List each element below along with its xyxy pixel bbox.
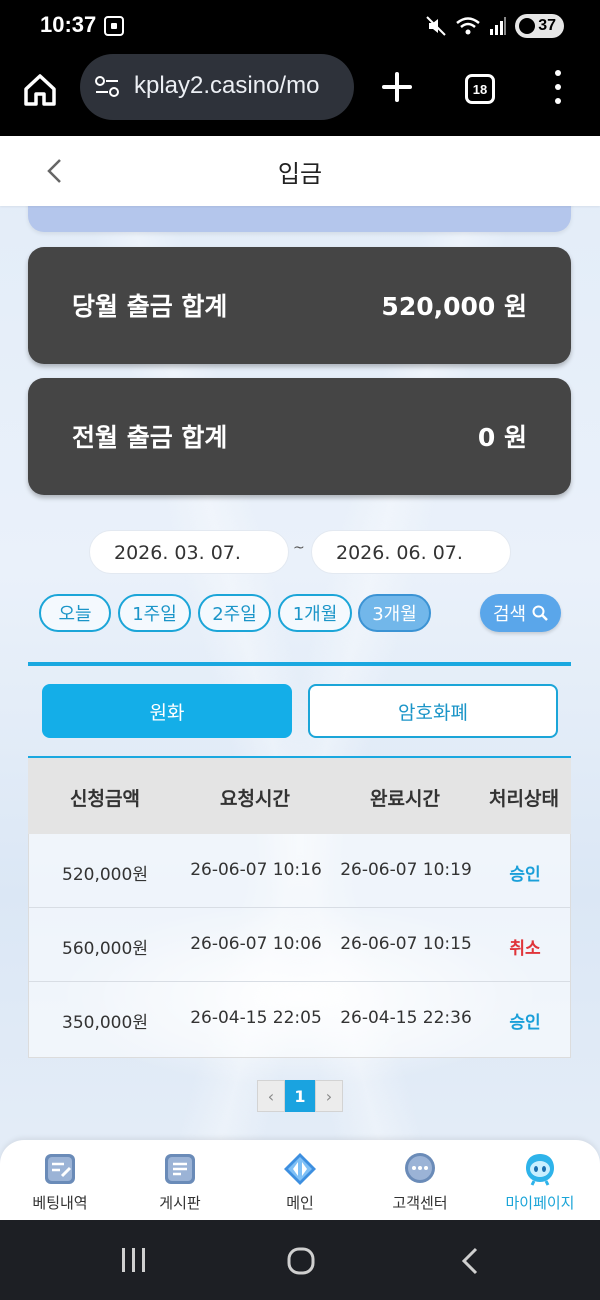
system-navigation-bar xyxy=(0,1220,600,1300)
table-header: 신청금액 요청시간 완료시간 처리상태 xyxy=(28,758,571,834)
start-date-input[interactable]: 2026. 03. 07. xyxy=(89,530,289,574)
battery-indicator: 37 xyxy=(515,14,564,38)
wifi-icon xyxy=(456,17,480,35)
column-header-completed: 완료시간 xyxy=(370,788,440,810)
cell-requested: 26-06-07 10:16 xyxy=(190,860,322,880)
page-1-button[interactable]: 1 xyxy=(285,1080,315,1112)
column-header-amount: 신청금액 xyxy=(70,788,140,810)
mypage-icon xyxy=(526,1154,554,1186)
status-bar: 10:37 37 xyxy=(0,0,600,52)
cell-amount: 520,000원 xyxy=(62,865,148,885)
period-3month-button[interactable]: 3개월 xyxy=(358,594,431,632)
page-header: 입금 xyxy=(0,136,600,206)
prev-page-button[interactable]: ‹ xyxy=(257,1080,285,1112)
summary-card-this-month: 당월 출금 합계 520,000 원 xyxy=(28,247,571,364)
bottom-navigation: 베팅내역 게시판 메인 고객센터 마이페이지 xyxy=(0,1140,600,1220)
date-separator: ~ xyxy=(293,540,305,556)
status-icons: 37 xyxy=(425,14,564,38)
summary-label: 전월 출금 합계 xyxy=(72,423,228,452)
nav-board[interactable]: 게시판 xyxy=(120,1150,240,1216)
page-content: 입금 당월 출금 합계 520,000 원 전월 출금 합계 0 원 2026.… xyxy=(0,136,600,1220)
cell-amount: 560,000원 xyxy=(62,939,148,959)
period-today-button[interactable]: 오늘 xyxy=(39,594,111,632)
search-button[interactable]: 검색 xyxy=(480,594,561,632)
cell-requested: 26-06-07 10:06 xyxy=(190,934,322,954)
nav-customer-center[interactable]: 고객센터 xyxy=(360,1150,480,1216)
column-header-requested: 요청시간 xyxy=(220,788,290,810)
main-icon xyxy=(284,1153,316,1185)
nav-label: 게시판 xyxy=(159,1194,201,1212)
pagination: ‹ 1 › xyxy=(257,1080,343,1112)
board-icon xyxy=(165,1154,195,1184)
nav-main[interactable]: 메인 xyxy=(240,1150,360,1216)
status-badge: 취소 xyxy=(509,939,541,959)
cell-completed: 26-04-15 22:36 xyxy=(340,1008,472,1028)
tab-crypto[interactable]: 암호화폐 xyxy=(308,684,558,738)
customer-center-icon xyxy=(405,1153,435,1183)
nav-betting-history[interactable]: 베팅내역 xyxy=(0,1150,120,1216)
table-row: 350,000원 26-04-15 22:05 26-04-15 22:36 승… xyxy=(29,982,570,1056)
end-date-input[interactable]: 2026. 06. 07. xyxy=(311,530,511,574)
summary-label: 당월 출금 합계 xyxy=(72,292,228,321)
home-icon[interactable] xyxy=(22,72,58,108)
nav-label: 마이페이지 xyxy=(505,1194,575,1212)
nav-label: 메인 xyxy=(286,1194,314,1212)
signal-icon xyxy=(490,17,507,35)
home-nav-icon[interactable] xyxy=(286,1246,316,1276)
nav-mypage[interactable]: 마이페이지 xyxy=(480,1150,600,1216)
more-menu-icon[interactable] xyxy=(548,70,568,104)
period-1month-button[interactable]: 1개월 xyxy=(278,594,352,632)
new-tab-button[interactable] xyxy=(380,70,414,104)
browser-toolbar: kplay2.casino/mo 18 xyxy=(0,52,600,136)
cell-amount: 350,000원 xyxy=(62,1013,148,1033)
column-header-status: 처리상태 xyxy=(489,788,559,810)
cell-completed: 26-06-07 10:19 xyxy=(340,860,472,880)
table-row: 520,000원 26-06-07 10:16 26-06-07 10:19 승… xyxy=(29,834,570,908)
tab-count: 18 xyxy=(472,81,488,97)
recent-apps-icon[interactable] xyxy=(118,1246,150,1274)
page-title: 입금 xyxy=(277,160,323,188)
tab-switcher-button[interactable]: 18 xyxy=(465,74,495,104)
status-time: 10:37 xyxy=(40,12,97,37)
table-body: 520,000원 26-06-07 10:16 26-06-07 10:19 승… xyxy=(28,834,571,1058)
battery-level: 37 xyxy=(538,17,556,34)
mute-icon xyxy=(426,16,446,36)
summary-card-last-month: 전월 출금 합계 0 원 xyxy=(28,378,571,495)
tab-won[interactable]: 원화 xyxy=(42,684,292,738)
screenshot-indicator-icon xyxy=(104,16,124,36)
period-2week-button[interactable]: 2주일 xyxy=(198,594,271,632)
battery-icon xyxy=(519,18,536,34)
search-icon xyxy=(532,605,548,621)
address-bar[interactable]: kplay2.casino/mo xyxy=(80,54,354,120)
period-1week-button[interactable]: 1주일 xyxy=(118,594,191,632)
status-badge: 승인 xyxy=(509,865,541,885)
cell-requested: 26-04-15 22:05 xyxy=(190,1008,322,1028)
section-divider xyxy=(28,662,571,666)
site-settings-icon[interactable] xyxy=(94,76,120,98)
status-badge: 승인 xyxy=(509,1013,541,1033)
summary-value: 520,000 원 xyxy=(381,292,527,321)
back-nav-icon[interactable] xyxy=(456,1246,484,1276)
search-label: 검색 xyxy=(492,604,527,625)
cell-completed: 26-06-07 10:15 xyxy=(340,934,472,954)
table-row: 560,000원 26-06-07 10:06 26-06-07 10:15 취… xyxy=(29,908,570,982)
url-text: kplay2.casino/mo xyxy=(134,72,320,99)
next-page-button[interactable]: › xyxy=(315,1080,343,1112)
betting-history-icon xyxy=(45,1154,75,1184)
withdrawal-table: 신청금액 요청시간 완료시간 처리상태 520,000원 26-06-07 10… xyxy=(28,758,571,1058)
summary-value: 0 원 xyxy=(477,423,527,452)
nav-label: 고객센터 xyxy=(392,1194,448,1212)
nav-label: 베팅내역 xyxy=(32,1194,88,1212)
